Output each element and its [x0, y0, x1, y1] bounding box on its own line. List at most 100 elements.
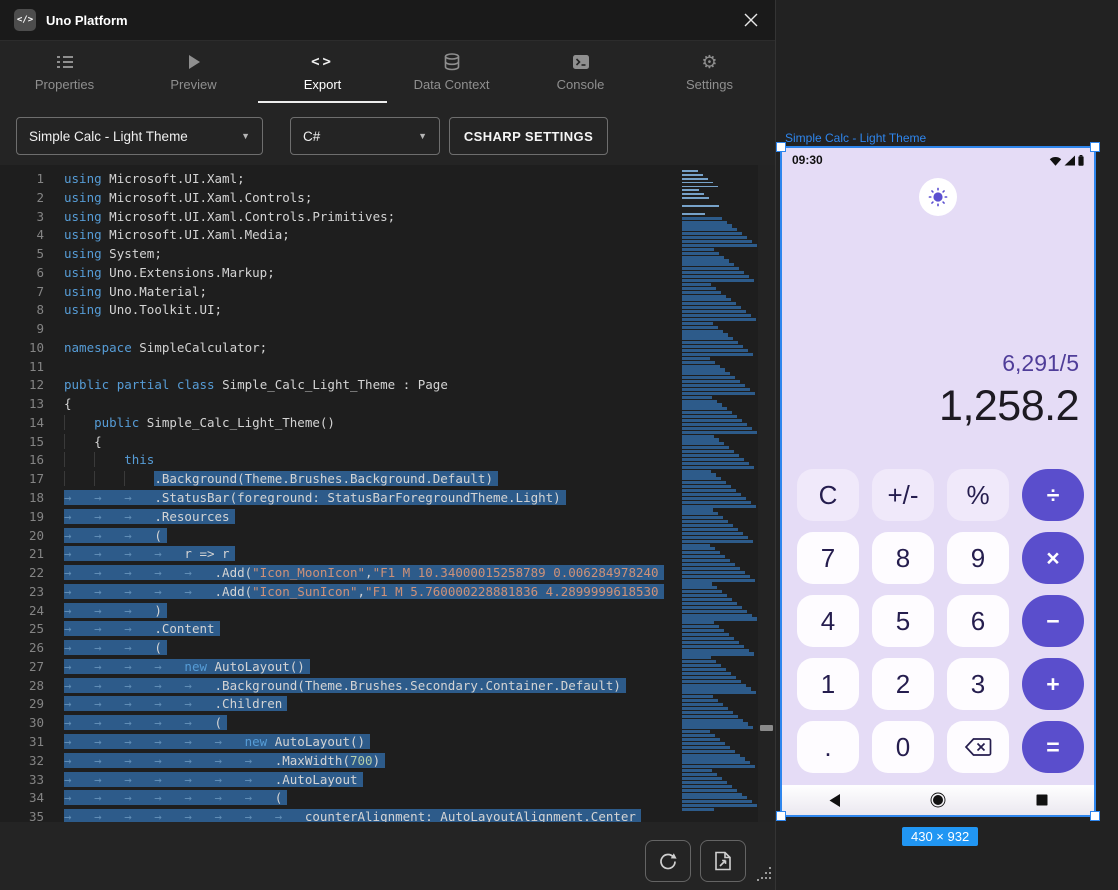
csharp-settings-button[interactable]: CSHARP SETTINGS — [449, 117, 608, 155]
home-icon — [930, 792, 946, 808]
database-icon — [444, 53, 460, 71]
key-8[interactable]: 8 — [872, 532, 934, 584]
file-export-icon — [714, 851, 732, 871]
key-percent[interactable]: % — [947, 469, 1009, 521]
signal-icon — [1064, 155, 1076, 166]
nav-home-button[interactable] — [886, 792, 990, 808]
code-line: 9 — [0, 320, 676, 339]
frame-label: Simple Calc - Light Theme — [785, 131, 926, 145]
resize-grip[interactable] — [756, 866, 772, 887]
tab-export[interactable]: <> Export — [258, 41, 387, 103]
resize-handle-top-left[interactable] — [776, 142, 786, 152]
tab-label: Settings — [686, 77, 733, 92]
tab-settings[interactable]: ⚙ Settings — [645, 41, 774, 103]
key-9[interactable]: 9 — [947, 532, 1009, 584]
key-1[interactable]: 1 — [797, 658, 859, 710]
code-line: 4using Microsoft.UI.Xaml.Media; — [0, 226, 676, 245]
key-3[interactable]: 3 — [947, 658, 1009, 710]
code-line: 35→ → → → → → → → counterAlignment: Auto… — [0, 808, 676, 822]
code-line: 8using Uno.Toolkit.UI; — [0, 301, 676, 320]
code-line: 28→ → → → → .Background(Theme.Brushes.Se… — [0, 677, 676, 696]
chevron-down-icon: ▼ — [408, 131, 427, 141]
code-line: 16 this — [0, 451, 676, 470]
minimap[interactable] — [682, 170, 757, 820]
android-nav-bar — [782, 785, 1094, 815]
code-line: 15 { — [0, 433, 676, 452]
code-line: 12public partial class Simple_Calc_Light… — [0, 376, 676, 395]
tab-properties[interactable]: Properties — [0, 41, 129, 103]
language-dropdown[interactable]: C# ▼ — [290, 117, 440, 155]
back-icon — [828, 793, 841, 808]
status-bar: 09:30 — [782, 148, 1094, 172]
key-4[interactable]: 4 — [797, 595, 859, 647]
key-divide[interactable]: ÷ — [1022, 469, 1084, 521]
key-0[interactable]: 0 — [872, 721, 934, 773]
code-editor[interactable]: 1using Microsoft.UI.Xaml;2using Microsof… — [0, 165, 775, 822]
code-line: 23→ → → → → .Add("Icon_SunIcon","F1 M 5.… — [0, 583, 676, 602]
device-size-badge: 430 × 932 — [902, 827, 978, 846]
key-backspace[interactable] — [947, 721, 1009, 773]
close-button[interactable] — [739, 8, 763, 32]
tab-label: Export — [304, 77, 342, 92]
chevron-down-icon: ▼ — [231, 131, 250, 141]
refresh-icon — [658, 851, 678, 871]
tab-preview[interactable]: Preview — [129, 41, 258, 103]
play-icon — [187, 53, 201, 71]
code-line: 19→ → → .Resources — [0, 508, 676, 527]
theme-dropdown[interactable]: Simple Calc - Light Theme ▼ — [16, 117, 263, 155]
key-multiply[interactable]: × — [1022, 532, 1084, 584]
key-equals[interactable]: = — [1022, 721, 1084, 773]
code-line: 7using Uno.Material; — [0, 283, 676, 302]
theme-toggle-button[interactable] — [919, 178, 957, 216]
code-lines: 1using Microsoft.UI.Xaml;2using Microsof… — [0, 170, 676, 822]
key-decimal[interactable]: . — [797, 721, 859, 773]
code-line: 14 public Simple_Calc_Light_Theme() — [0, 414, 676, 433]
code-line: 3using Microsoft.UI.Xaml.Controls.Primit… — [0, 208, 676, 227]
uno-platform-window: </> Uno Platform Properties Preview <> E… — [0, 0, 775, 890]
gear-icon: ⚙ — [701, 53, 717, 71]
resize-handle-bottom-right[interactable] — [1090, 811, 1100, 821]
display-expression: 6,291/5 — [939, 350, 1079, 377]
code-line: 30→ → → → → ( — [0, 714, 676, 733]
scrollbar-thumb[interactable] — [760, 725, 773, 731]
window-title: Uno Platform — [46, 0, 128, 40]
tab-console[interactable]: Console — [516, 41, 645, 103]
key-5[interactable]: 5 — [872, 595, 934, 647]
nav-back-button[interactable] — [782, 793, 886, 808]
recents-icon — [1036, 794, 1048, 806]
code-line: 34→ → → → → → → ( — [0, 789, 676, 808]
code-line: 32→ → → → → → → .MaxWidth(700) — [0, 752, 676, 771]
editor-scrollbar[interactable] — [758, 165, 775, 822]
list-icon — [56, 53, 74, 71]
key-2[interactable]: 2 — [872, 658, 934, 710]
nav-recents-button[interactable] — [990, 794, 1094, 806]
tab-label: Data Context — [414, 77, 490, 92]
battery-icon — [1078, 155, 1084, 166]
key-7[interactable]: 7 — [797, 532, 859, 584]
tab-data-context[interactable]: Data Context — [387, 41, 516, 103]
key-6[interactable]: 6 — [947, 595, 1009, 647]
refresh-button[interactable] — [645, 840, 691, 882]
sun-icon — [927, 186, 949, 208]
export-file-button[interactable] — [700, 840, 746, 882]
key-clear[interactable]: C — [797, 469, 859, 521]
code-line: 33→ → → → → → → .AutoLayout — [0, 771, 676, 790]
key-plus-minus[interactable]: +/- — [872, 469, 934, 521]
code-line: 26→ → → ( — [0, 639, 676, 658]
uno-logo-icon: </> — [14, 9, 36, 31]
resize-handle-top-right[interactable] — [1090, 142, 1100, 152]
code-line: 5using System; — [0, 245, 676, 264]
preview-panel: Simple Calc - Light Theme 09:30 — [775, 0, 1118, 890]
resize-handle-bottom-left[interactable] — [776, 811, 786, 821]
code-line: 13{ — [0, 395, 676, 414]
key-subtract[interactable]: − — [1022, 595, 1084, 647]
status-icons — [1049, 155, 1084, 166]
code-line: 25→ → → .Content — [0, 620, 676, 639]
device-frame[interactable]: 09:30 — [780, 146, 1096, 817]
title-bar: </> Uno Platform — [0, 0, 775, 41]
key-add[interactable]: + — [1022, 658, 1084, 710]
code-line: 6using Uno.Extensions.Markup; — [0, 264, 676, 283]
calculator-display: 6,291/5 1,258.2 — [939, 350, 1079, 431]
code-line: 18→ → → .StatusBar(foreground: StatusBar… — [0, 489, 676, 508]
status-time: 09:30 — [792, 153, 823, 167]
